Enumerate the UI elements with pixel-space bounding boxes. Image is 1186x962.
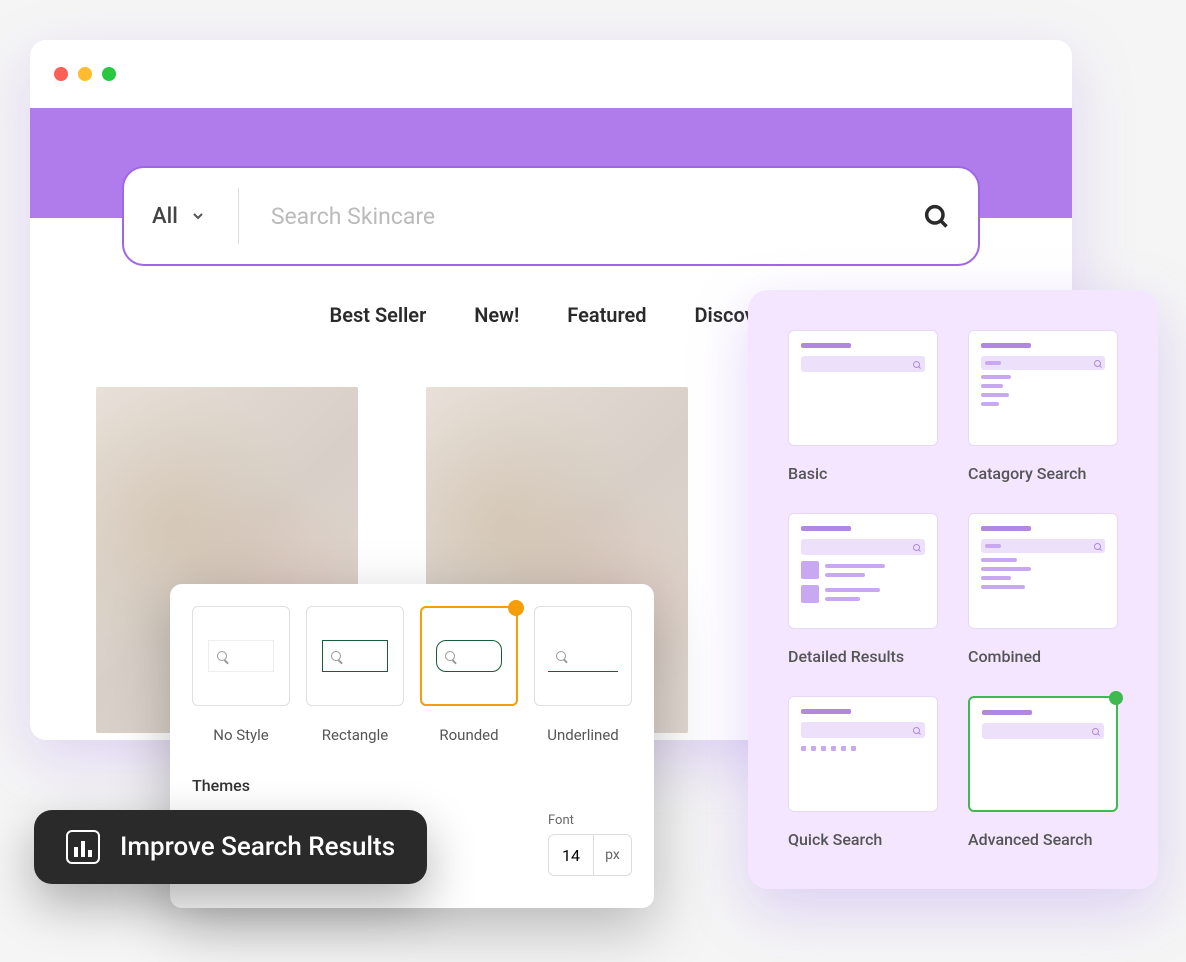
search-icon — [913, 727, 920, 734]
search-icon — [1094, 360, 1101, 367]
nav-featured[interactable]: Featured — [567, 303, 646, 327]
layout-option-combined[interactable]: Combined — [968, 513, 1118, 666]
search-icon — [331, 651, 341, 661]
improve-search-button[interactable]: Improve Search Results — [34, 810, 427, 884]
nav-new[interactable]: New! — [474, 303, 519, 327]
layouts-panel: Basic Catagory Search Detailed Results — [748, 290, 1158, 889]
search-icon — [1092, 728, 1099, 735]
window-chrome — [30, 40, 1072, 108]
style-option-rectangle[interactable]: Rectangle — [306, 606, 404, 744]
search-icon — [445, 651, 455, 661]
search-icon — [556, 651, 566, 661]
search-icon — [913, 361, 920, 368]
nav-best-seller[interactable]: Best Seller — [330, 303, 427, 327]
search-icon — [913, 544, 920, 551]
layout-option-basic[interactable]: Basic — [788, 330, 938, 483]
search-bar: All — [122, 166, 980, 266]
maximize-icon[interactable] — [102, 67, 116, 81]
search-icon[interactable] — [922, 202, 950, 230]
style-option-rounded[interactable]: Rounded — [420, 606, 518, 744]
chevron-down-icon — [190, 208, 206, 224]
search-icon — [217, 651, 227, 661]
search-category-label: All — [152, 204, 178, 229]
style-options-row: No Style Rectangle Rounded Underlined — [192, 606, 632, 744]
minimize-icon[interactable] — [78, 67, 92, 81]
header-band: All — [30, 108, 1072, 218]
font-label: Font — [548, 813, 632, 828]
layout-option-advanced[interactable]: Advanced Search — [968, 696, 1118, 849]
layout-option-detailed[interactable]: Detailed Results — [788, 513, 938, 666]
layout-option-category[interactable]: Catagory Search — [968, 330, 1118, 483]
style-option-no-style[interactable]: No Style — [192, 606, 290, 744]
search-category-dropdown[interactable]: All — [152, 188, 239, 244]
themes-heading: Themes — [192, 776, 632, 795]
improve-button-label: Improve Search Results — [120, 832, 395, 862]
bar-chart-icon — [66, 830, 100, 864]
font-unit-label: px — [594, 834, 632, 876]
close-icon[interactable] — [54, 67, 68, 81]
style-option-underlined[interactable]: Underlined — [534, 606, 632, 744]
layout-option-quick[interactable]: Quick Search — [788, 696, 938, 849]
search-input[interactable] — [271, 203, 922, 230]
font-size-input[interactable]: 14 — [548, 834, 594, 876]
search-icon — [1094, 543, 1101, 550]
